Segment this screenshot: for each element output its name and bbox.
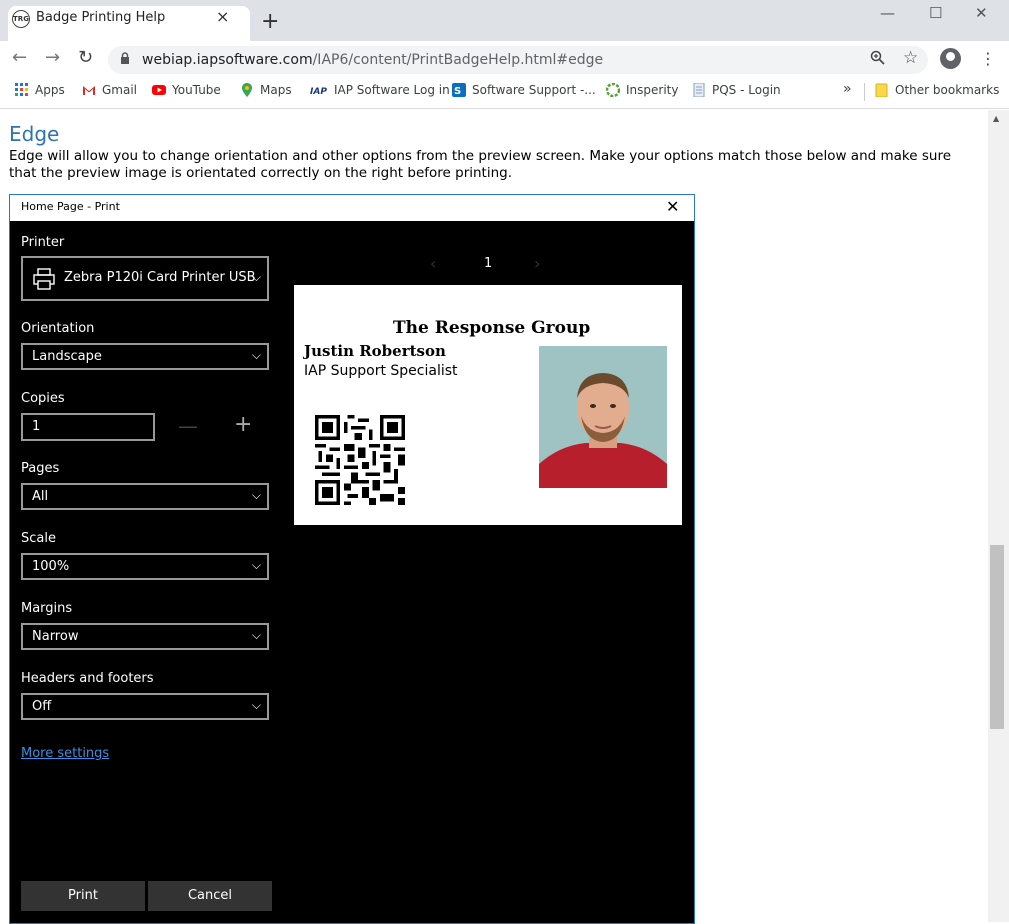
margins-select[interactable]: Narrow ⌵ <box>21 623 269 650</box>
maximize-icon[interactable]: ☐ <box>929 4 942 22</box>
headers-footers-label: Headers and footers <box>21 671 154 686</box>
page-scrollbar[interactable] <box>988 110 1009 922</box>
chevron-down-icon: ⌵ <box>251 558 261 572</box>
bookmark-pqs-login[interactable]: PQS - Login <box>692 83 781 97</box>
copies-label: Copies <box>21 391 65 406</box>
dialog-close-icon[interactable]: ✕ <box>666 197 679 216</box>
pages-value: All <box>32 489 49 504</box>
back-icon[interactable]: ← <box>12 47 27 68</box>
bookmark-iap-login[interactable]: IAP IAP Software Log in <box>310 83 450 97</box>
printer-value: Zebra P120i Card Printer USB <box>64 270 256 285</box>
bookmark-software-support[interactable]: S Software Support -... <box>452 83 596 97</box>
bookmark-maps[interactable]: Maps <box>240 83 292 97</box>
more-menu-icon[interactable]: ⋮ <box>980 49 996 68</box>
pages-select[interactable]: All ⌵ <box>21 483 269 510</box>
bookmark-insperity[interactable]: Insperity <box>606 83 678 97</box>
reload-icon[interactable]: ↻ <box>78 47 93 68</box>
previous-page-icon[interactable]: ‹ <box>430 254 436 273</box>
scroll-up-arrow-icon[interactable]: ▲ <box>993 114 999 123</box>
chevron-down-icon: ⌵ <box>251 488 261 502</box>
maps-pin-icon <box>242 83 252 97</box>
headers-footers-value: Off <box>32 699 52 714</box>
qr-code-icon <box>315 415 405 505</box>
lock-icon[interactable] <box>120 52 130 67</box>
zoom-icon[interactable] <box>870 50 885 69</box>
orientation-select[interactable]: Landscape ⌵ <box>21 343 269 370</box>
bookmark-label: Other bookmarks <box>895 83 1000 97</box>
copies-increment-icon[interactable]: + <box>234 412 252 437</box>
folder-icon <box>875 83 888 97</box>
page-heading: Edge <box>9 122 60 146</box>
copies-input[interactable]: 1 <box>21 413 155 441</box>
url-host: webiap.iapsoftware.com <box>142 52 313 68</box>
print-button[interactable]: Print <box>21 881 145 911</box>
bookmark-youtube[interactable]: YouTube <box>152 83 221 97</box>
chevron-down-icon: ⌵ <box>251 698 261 712</box>
bookmark-label: Insperity <box>626 83 679 97</box>
orientation-label: Orientation <box>21 321 95 336</box>
margins-value: Narrow <box>32 629 79 644</box>
insperity-icon <box>606 83 620 97</box>
printer-icon <box>33 268 55 290</box>
headers-footers-select[interactable]: Off ⌵ <box>21 693 269 720</box>
scale-select[interactable]: 100% ⌵ <box>21 553 269 580</box>
chevron-down-icon: ⌵ <box>251 628 261 642</box>
bookmark-other[interactable]: Other bookmarks <box>875 83 999 97</box>
sharepoint-icon: S <box>452 83 466 97</box>
svg-text:IAP: IAP <box>310 87 327 97</box>
document-icon <box>693 83 705 97</box>
bookmarks-overflow-icon[interactable]: » <box>843 81 852 97</box>
url-path: /IAP6/content/PrintBadgeHelp.html#edge <box>312 52 604 68</box>
scrollbar-thumb[interactable] <box>990 545 1004 729</box>
minimize-icon[interactable]: — <box>880 4 895 22</box>
more-settings-link[interactable]: More settings <box>21 746 109 761</box>
orientation-value: Landscape <box>32 349 102 364</box>
bookmark-label: Software Support -... <box>472 83 596 97</box>
bookmark-label: YouTube <box>172 83 221 97</box>
profile-avatar-icon[interactable] <box>940 48 961 69</box>
gmail-icon <box>83 86 95 95</box>
window-close-icon[interactable]: ✕ <box>975 4 988 22</box>
bookmark-gmail[interactable]: Gmail <box>82 83 137 97</box>
tab-close-icon[interactable]: × <box>216 7 229 26</box>
iap-icon: IAP <box>310 87 327 97</box>
badge-name: Justin Robertson <box>304 342 446 360</box>
printer-label: Printer <box>21 235 65 250</box>
new-tab-button[interactable]: + <box>261 11 279 33</box>
chevron-down-icon: ⌵ <box>251 270 261 284</box>
bookmark-label: Apps <box>35 83 65 97</box>
bookmark-apps[interactable]: Apps <box>15 83 65 97</box>
copies-value: 1 <box>32 419 41 434</box>
scale-label: Scale <box>21 531 56 546</box>
badge-role: IAP Support Specialist <box>304 363 458 379</box>
bookmark-label: PQS - Login <box>712 83 781 97</box>
apps-grid-icon <box>15 83 28 96</box>
badge-photo <box>539 346 667 488</box>
badge-organization: The Response Group <box>393 318 591 338</box>
bookmarks-divider <box>864 83 865 101</box>
bookmark-label: Maps <box>260 83 292 97</box>
next-page-icon[interactable]: › <box>534 254 540 273</box>
margins-label: Margins <box>21 601 73 616</box>
cancel-button[interactable]: Cancel <box>148 881 272 911</box>
svg-text:S: S <box>454 86 461 97</box>
bookmark-star-icon[interactable]: ☆ <box>903 48 918 68</box>
tab-title: Badge Printing Help <box>36 10 166 25</box>
scale-value: 100% <box>32 559 70 574</box>
forward-icon[interactable]: → <box>45 47 60 68</box>
page-paragraph: Edge will allow you to change orientatio… <box>9 148 952 181</box>
copies-decrement-icon[interactable]: — <box>178 414 198 438</box>
site-favicon-icon: TRG <box>12 10 30 28</box>
chevron-down-icon: ⌵ <box>251 348 261 362</box>
dialog-title: Home Page - Print <box>21 200 120 213</box>
bookmark-label: Gmail <box>102 83 138 97</box>
page-number: 1 <box>484 256 493 271</box>
bookmark-label: IAP Software Log in <box>334 83 450 97</box>
printer-select[interactable]: Zebra P120i Card Printer USB ⌵ <box>21 256 269 301</box>
url-text[interactable]: webiap.iapsoftware.com/IAP6/content/Prin… <box>142 52 603 68</box>
pages-label: Pages <box>21 461 60 476</box>
youtube-icon <box>152 85 166 95</box>
